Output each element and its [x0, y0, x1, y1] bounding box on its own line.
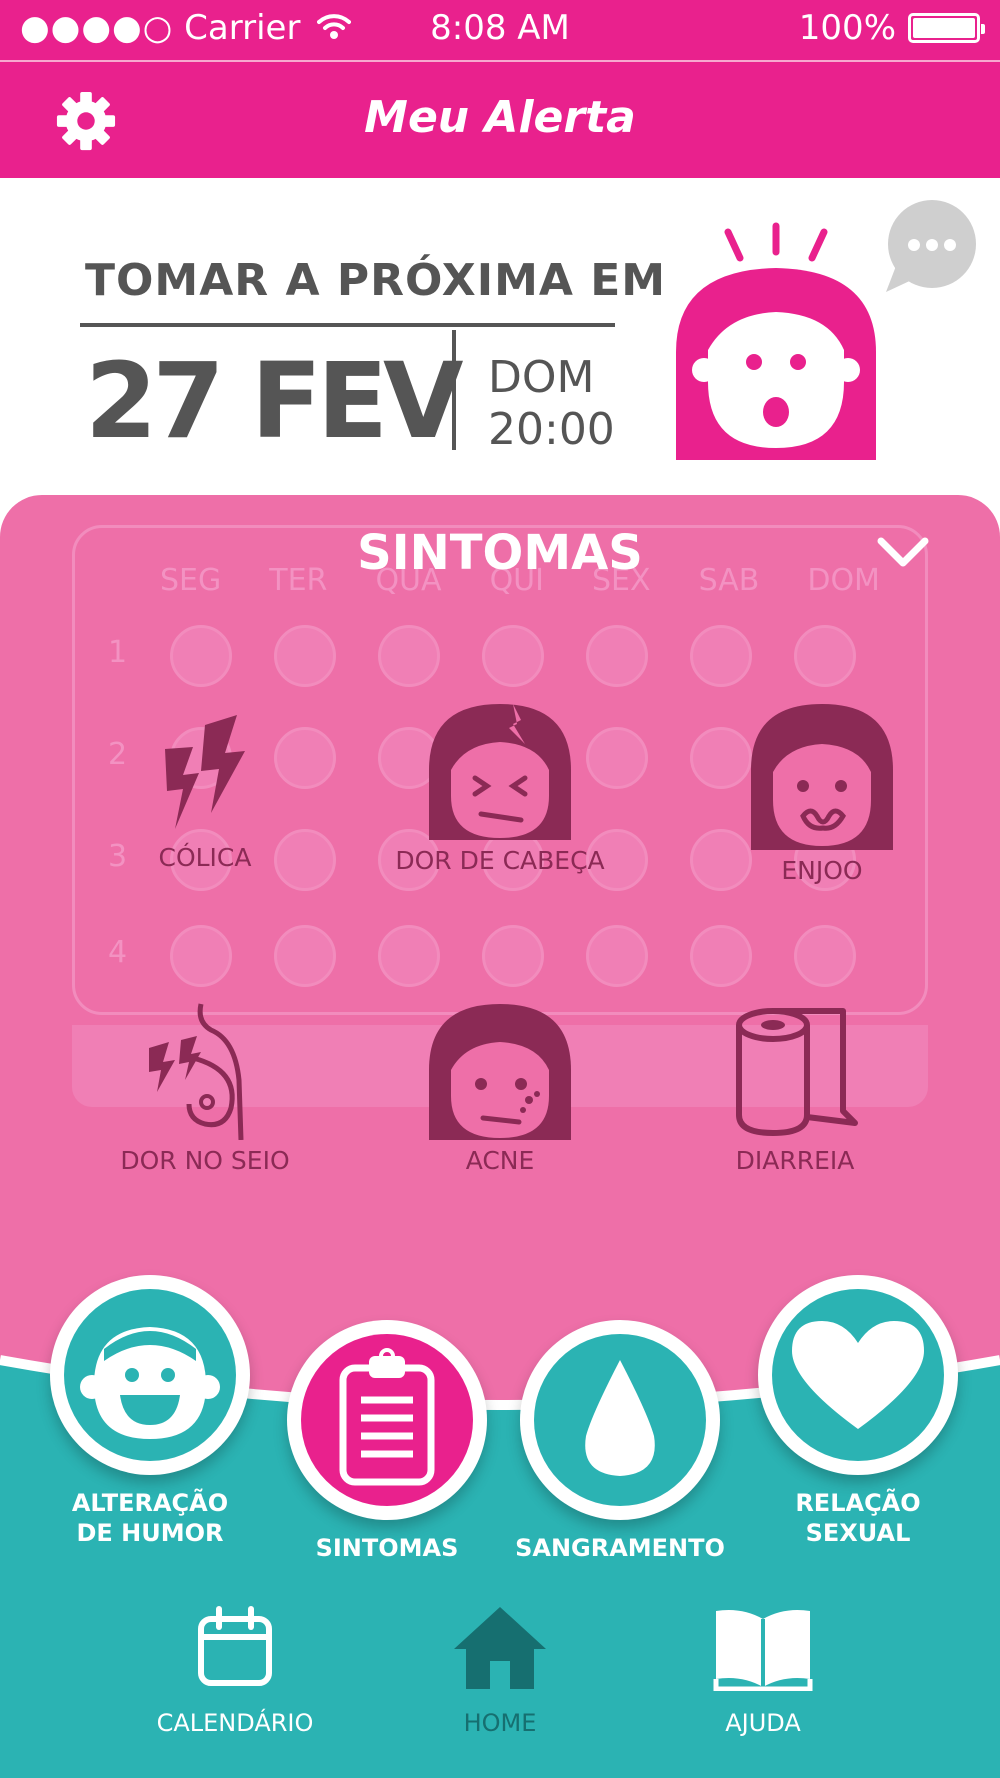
- clipboard-icon: [339, 1348, 435, 1486]
- happy-face-icon: [80, 1327, 220, 1439]
- symptom-colica[interactable]: CÓLICA: [75, 707, 335, 872]
- breast-pain-icon: [149, 1003, 244, 1140]
- nav-help[interactable]: AJUDA: [663, 1605, 863, 1737]
- next-dose-heading: TOMAR A PRÓXIMA EM: [85, 255, 667, 306]
- chevron-down-icon[interactable]: [875, 533, 931, 573]
- nav-help-label: AJUDA: [725, 1709, 801, 1737]
- next-dose-time: 20:00: [488, 404, 615, 455]
- symptom-enjoo[interactable]: ENJOO: [692, 700, 952, 885]
- nav-home[interactable]: HOME: [400, 1605, 600, 1737]
- open-book-icon: [713, 1610, 813, 1691]
- action-label-line: DE HUMOR: [76, 1519, 224, 1547]
- acne-face-icon: [429, 1004, 571, 1140]
- bleeding-button-fill: [534, 1334, 706, 1506]
- symptom-diarreia[interactable]: DIARREIA: [665, 1005, 925, 1175]
- symptom-label: DIARREIA: [735, 1146, 855, 1175]
- week-number: 1: [108, 635, 128, 670]
- nav-calendar[interactable]: CALENDÁRIO: [135, 1605, 335, 1737]
- alert-face-icon: [676, 222, 876, 460]
- symptom-label: CÓLICA: [158, 843, 252, 872]
- home-icon: [454, 1607, 546, 1689]
- symptom-label: ENJOO: [781, 856, 863, 885]
- drop-icon: [585, 1360, 655, 1476]
- toilet-paper-icon: [736, 1008, 858, 1137]
- symptoms-button[interactable]: [287, 1320, 487, 1520]
- symptom-dor-de-cabeca[interactable]: DOR DE CABEÇA: [370, 700, 630, 875]
- battery-percent: 100%: [798, 8, 896, 48]
- status-bar: ●●●●○ Carrier 8:08 AM 100%: [0, 0, 1000, 60]
- symptoms-button-fill: [301, 1334, 473, 1506]
- app-header: Meu Alerta: [0, 62, 1000, 178]
- next-dose-rule: [80, 323, 615, 327]
- calendar-icon: [198, 1606, 272, 1686]
- next-dose-weekday: DOM: [488, 352, 595, 403]
- heart-icon: [792, 1321, 924, 1429]
- action-label-line: SEXUAL: [805, 1519, 911, 1547]
- sexual-relation-button[interactable]: [758, 1275, 958, 1475]
- headache-face-icon: [429, 704, 571, 840]
- action-label-line: SINTOMAS: [315, 1534, 459, 1562]
- nausea-face-icon: [751, 704, 893, 850]
- symptoms-label: SINTOMAS: [287, 1533, 487, 1563]
- nav-home-label: HOME: [463, 1709, 537, 1737]
- symptom-acne[interactable]: ACNE: [370, 1000, 630, 1175]
- app-title: Meu Alerta: [364, 92, 636, 143]
- action-label-line: SANGRAMENTO: [515, 1534, 725, 1562]
- mood-change-button[interactable]: [50, 1275, 250, 1475]
- mood-change-label: ALTERAÇÃO DE HUMOR: [50, 1488, 250, 1548]
- symptom-label: DOR DE CABEÇA: [395, 846, 605, 875]
- bleeding-label: SANGRAMENTO: [505, 1533, 735, 1563]
- sexual-relation-label: RELAÇÃO SEXUAL: [758, 1488, 958, 1548]
- mood-button-fill: [64, 1289, 236, 1461]
- symptom-label: ACNE: [465, 1146, 535, 1175]
- symptom-label: DOR NO SEIO: [120, 1146, 290, 1175]
- chat-bubble-icon[interactable]: [882, 200, 978, 296]
- bleeding-button[interactable]: [520, 1320, 720, 1520]
- symptom-dor-no-seio[interactable]: DOR NO SEIO: [75, 1000, 335, 1175]
- battery-indicator: 100%: [798, 8, 985, 48]
- lightning-cramp-icon: [165, 715, 245, 829]
- nav-calendar-label: CALENDÁRIO: [156, 1709, 314, 1737]
- next-dose-weekday-time: DOM 20:00: [488, 352, 615, 456]
- panel-title: SINTOMAS: [357, 525, 643, 581]
- action-label-line: ALTERAÇÃO: [71, 1489, 229, 1517]
- next-dose-date: 27 FEV: [85, 340, 464, 462]
- week-number: 4: [108, 935, 128, 970]
- action-label-line: RELAÇÃO: [795, 1489, 921, 1517]
- next-dose-divider: [452, 330, 456, 450]
- sexual-relation-button-fill: [772, 1289, 944, 1461]
- battery-icon: [908, 13, 985, 43]
